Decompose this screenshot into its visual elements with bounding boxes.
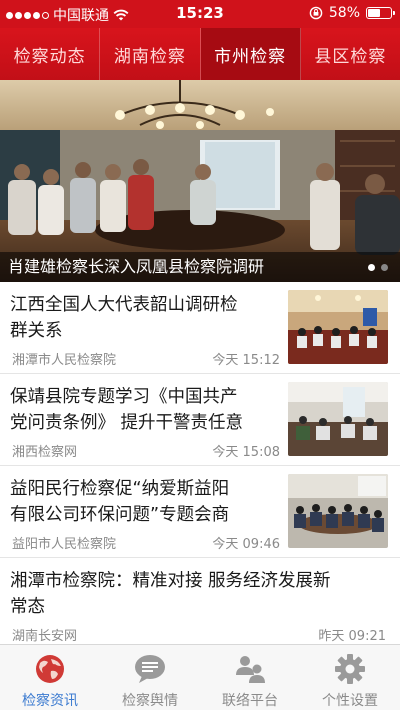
nav-label: 联络平台: [222, 693, 278, 709]
news-item[interactable]: 保靖县院专题学习《中国共产 党问责条例》 提升干警责任意 湘西检察网 今天 15…: [0, 374, 400, 466]
news-source: 湖南长安网: [12, 629, 78, 644]
banner-carousel[interactable]: 肖建雄检察长深入凤凰县检察院调研: [0, 80, 400, 282]
news-item[interactable]: 湘潭市检察院：精准对接 服务经济发展新 常态 湖南长安网 昨天 09:21: [0, 558, 400, 644]
news-source: 湘西检察网: [12, 445, 78, 460]
news-source: 益阳市人民检察院: [12, 537, 117, 552]
news-item[interactable]: 益阳民行检察促“纳爱斯益阳 有限公司环保问题”专题会商 益阳市人民检察院 今天 …: [0, 466, 400, 558]
status-right: 58%: [309, 5, 395, 21]
category-tabs: 检察动态 湖南检察 市州检察 县区检察: [0, 28, 400, 80]
tab-shizhou-jiancha[interactable]: 市州检察: [200, 28, 301, 80]
news-title: 益阳民行检察促“纳爱斯益阳 有限公司环保问题”专题会商: [10, 479, 230, 524]
news-time: 今天 15:12: [212, 353, 280, 368]
news-thumbnail: [288, 290, 388, 364]
bottom-nav: 检察资讯 检察舆情 联络平台 个性设置: [0, 644, 400, 710]
news-title: 湘潭市检察院：精准对接 服务经济发展新 常态: [10, 571, 331, 616]
news-time: 昨天 09:21: [318, 629, 386, 644]
news-time: 今天 09:46: [212, 537, 280, 552]
nav-jiancha-zixun[interactable]: 检察资讯: [0, 645, 100, 710]
news-list: 江西全国人大代表韶山调研检 群关系 湘潭市人民检察院 今天 15:12 保靖县院…: [0, 282, 400, 644]
news-thumbnail: [288, 382, 388, 456]
carousel-dot: [381, 264, 388, 271]
nav-jiancha-yuqing[interactable]: 检察舆情: [100, 645, 200, 710]
news-time: 今天 15:08: [212, 445, 280, 460]
rotation-lock-icon: [309, 6, 323, 20]
gear-icon: [332, 653, 368, 685]
carousel-indicator: [368, 264, 388, 271]
nav-label: 检察资讯: [22, 693, 78, 709]
nav-lianluo-pingtai[interactable]: 联络平台: [200, 645, 300, 710]
news-thumbnail: [288, 474, 388, 548]
nav-label: 检察舆情: [122, 693, 178, 709]
status-bar: 中国联通 15:23 58%: [0, 0, 400, 28]
nav-label: 个性设置: [322, 693, 378, 709]
contacts-icon: [232, 653, 268, 685]
carousel-dot: [368, 264, 375, 271]
battery-percent: 58%: [328, 5, 360, 21]
news-item[interactable]: 江西全国人大代表韶山调研检 群关系 湘潭市人民检察院 今天 15:12: [0, 282, 400, 374]
news-title: 江西全国人大代表韶山调研检 群关系: [10, 295, 238, 340]
tab-xianqu-jiancha[interactable]: 县区检察: [301, 28, 400, 80]
banner-caption[interactable]: 肖建雄检察长深入凤凰县检察院调研: [0, 252, 400, 282]
tab-hunan-jiancha[interactable]: 湖南检察: [100, 28, 201, 80]
battery-icon: [366, 7, 395, 19]
news-source: 湘潭市人民检察院: [12, 353, 117, 368]
nav-gexing-shezhi[interactable]: 个性设置: [300, 645, 400, 710]
news-title: 保靖县院专题学习《中国共产 党问责条例》 提升干警责任意: [10, 387, 244, 432]
chat-bubble-icon: [132, 653, 168, 685]
tab-jiancha-dongtai[interactable]: 检察动态: [0, 28, 101, 80]
globe-icon: [32, 653, 68, 685]
